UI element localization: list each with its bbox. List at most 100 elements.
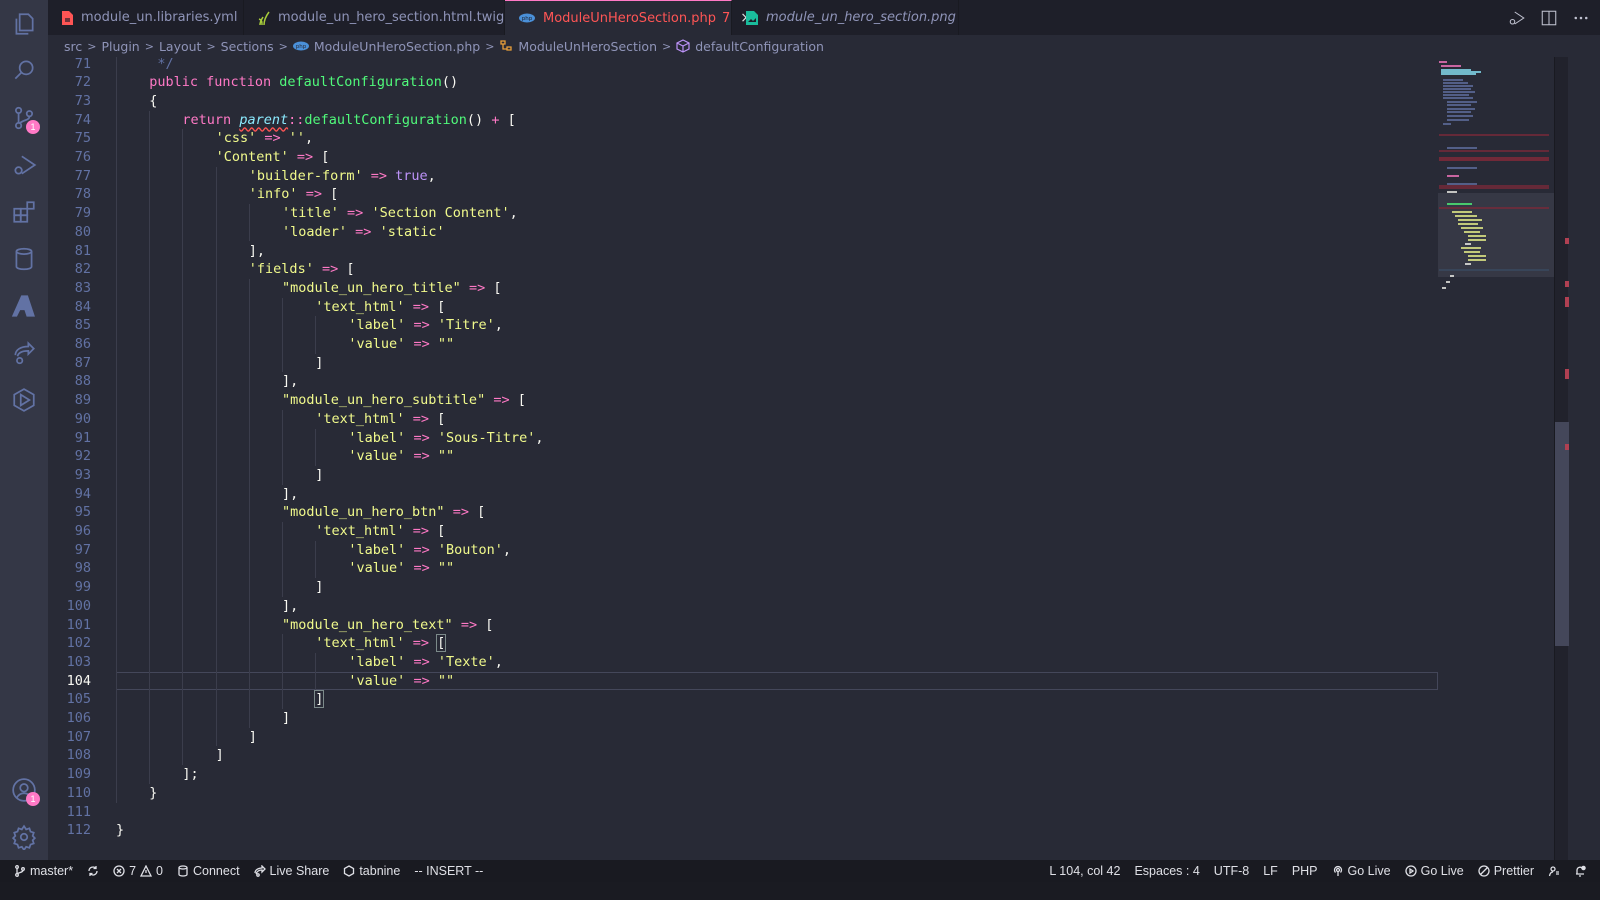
tab-module-un-hero-section-php[interactable]: php ModuleUnHeroSection.php 7 × bbox=[505, 0, 752, 35]
code-line[interactable]: 90 'text_html' => [ bbox=[48, 410, 1438, 429]
code-line[interactable]: 74 return parent::defaultConfiguration() … bbox=[48, 111, 1438, 130]
activity-explorer[interactable] bbox=[0, 0, 48, 48]
activity-search[interactable] bbox=[0, 46, 48, 94]
code-line[interactable]: 94], bbox=[48, 485, 1438, 504]
code-line[interactable]: 72 public function defaultConfiguration() bbox=[48, 73, 1438, 92]
activity-run-debug[interactable] bbox=[0, 141, 48, 189]
feedback-button[interactable] bbox=[1548, 865, 1560, 877]
breadcrumb-src[interactable]: src bbox=[64, 39, 82, 54]
scrollbar-thumb[interactable] bbox=[1555, 422, 1569, 646]
error-marker bbox=[1565, 297, 1569, 307]
code-line[interactable]: 108] bbox=[48, 746, 1438, 765]
code-line[interactable]: 104 'value' => "" bbox=[48, 672, 1438, 691]
notifications-button[interactable] bbox=[1574, 865, 1586, 877]
code-line[interactable]: 93] bbox=[48, 466, 1438, 485]
code-line[interactable]: 89 "module_un_hero_subtitle" => [ bbox=[48, 391, 1438, 410]
activity-database[interactable] bbox=[0, 235, 48, 283]
minimap-line bbox=[1461, 227, 1483, 229]
code-line[interactable]: 106] bbox=[48, 709, 1438, 728]
code-line[interactable]: 82 'fields' => [ bbox=[48, 260, 1438, 279]
minimap[interactable] bbox=[1438, 57, 1554, 860]
problems-status[interactable]: 7 0 bbox=[113, 864, 163, 878]
code-line[interactable]: 112} bbox=[48, 821, 1438, 840]
line-number: 73 bbox=[74, 92, 91, 109]
code-line[interactable]: 87] bbox=[48, 354, 1438, 373]
tab-hero-section-twig[interactable]: module_un_hero_section.html.twig bbox=[244, 0, 505, 35]
code-line[interactable]: 109]; bbox=[48, 765, 1438, 784]
code-line[interactable]: 96 'text_html' => [ bbox=[48, 522, 1438, 541]
live-share-status[interactable]: Live Share bbox=[253, 864, 329, 878]
code-line[interactable]: 97 'label' => 'Bouton', bbox=[48, 541, 1438, 560]
breadcrumb-method[interactable]: defaultConfiguration bbox=[695, 39, 824, 54]
cursor-position[interactable]: L 104, col 42 bbox=[1049, 864, 1120, 878]
code-line[interactable]: 102 'text_html' => [ bbox=[48, 634, 1438, 653]
code-line[interactable]: 75 'css' => '', bbox=[48, 129, 1438, 148]
code-line[interactable]: 110} bbox=[48, 784, 1438, 803]
code-line[interactable]: 88], bbox=[48, 372, 1438, 391]
code-line[interactable]: 85 'label' => 'Titre', bbox=[48, 316, 1438, 335]
code-line[interactable]: 100], bbox=[48, 597, 1438, 616]
activity-source-control[interactable]: 1 bbox=[0, 94, 48, 142]
more-actions-button[interactable] bbox=[1572, 9, 1590, 27]
connect-status[interactable]: Connect bbox=[177, 864, 240, 878]
go-live-broadcast[interactable]: Go Live bbox=[1332, 864, 1391, 878]
sync-button[interactable] bbox=[87, 865, 99, 877]
code-line[interactable]: 111 bbox=[48, 803, 1438, 822]
eol-status[interactable]: LF bbox=[1263, 864, 1278, 878]
breadcrumb-sections[interactable]: Sections bbox=[221, 39, 274, 54]
line-code: 'label' => 'Texte', bbox=[348, 653, 503, 670]
breadcrumb-file[interactable]: ModuleUnHeroSection.php bbox=[314, 39, 480, 54]
split-editor-button[interactable] bbox=[1540, 9, 1558, 27]
method-icon bbox=[676, 39, 690, 53]
minimap-line bbox=[1443, 123, 1451, 125]
code-line[interactable]: 107] bbox=[48, 728, 1438, 747]
code-line[interactable]: 86 'value' => "" bbox=[48, 335, 1438, 354]
code-line[interactable]: 92 'value' => "" bbox=[48, 447, 1438, 466]
php-file-icon: php bbox=[292, 41, 309, 51]
tabnine-status[interactable]: tabnine bbox=[343, 864, 400, 878]
code-line[interactable]: 91 'label' => 'Sous-Titre', bbox=[48, 429, 1438, 448]
activity-remote[interactable] bbox=[0, 376, 48, 424]
vertical-scrollbar[interactable] bbox=[1554, 57, 1569, 860]
code-line[interactable]: 78 'info' => [ bbox=[48, 185, 1438, 204]
code-line[interactable]: 95 "module_un_hero_btn" => [ bbox=[48, 503, 1438, 522]
activity-settings[interactable] bbox=[0, 813, 48, 861]
tab-libraries-yml[interactable]: module_un.libraries.yml bbox=[48, 0, 244, 35]
code-line[interactable]: 84 'text_html' => [ bbox=[48, 298, 1438, 317]
run-debug-file-button[interactable] bbox=[1508, 9, 1526, 27]
code-line[interactable]: 80 'loader' => 'static' bbox=[48, 223, 1438, 242]
code-line[interactable]: 83 "module_un_hero_title" => [ bbox=[48, 279, 1438, 298]
code-editor[interactable]: 71 */72 public function defaultConfigurat… bbox=[48, 57, 1438, 860]
minimap-viewport[interactable] bbox=[1438, 193, 1554, 277]
language-mode[interactable]: PHP bbox=[1292, 864, 1318, 878]
tab-hero-section-png[interactable]: module_un_hero_section.png bbox=[732, 0, 959, 35]
minimap-line bbox=[1447, 167, 1477, 169]
encoding-status[interactable]: UTF-8 bbox=[1214, 864, 1249, 878]
breadcrumb-class[interactable]: ModuleUnHeroSection bbox=[518, 39, 657, 54]
activity-live-share[interactable] bbox=[0, 329, 48, 377]
yaml-file-icon bbox=[62, 10, 73, 26]
code-line[interactable]: 71 */ bbox=[48, 57, 1438, 73]
line-number: 75 bbox=[74, 130, 91, 147]
activity-extensions[interactable] bbox=[0, 188, 48, 236]
line-code: 'info' => [ bbox=[248, 186, 339, 203]
breadcrumb-separator: > bbox=[206, 39, 216, 53]
code-line[interactable]: 81], bbox=[48, 242, 1438, 261]
code-line[interactable]: 103 'label' => 'Texte', bbox=[48, 653, 1438, 672]
breadcrumb-plugin[interactable]: Plugin bbox=[101, 39, 139, 54]
activity-azure[interactable] bbox=[0, 282, 48, 330]
code-line[interactable]: 73 { bbox=[48, 92, 1438, 111]
code-line[interactable]: 105] bbox=[48, 690, 1438, 709]
activity-accounts[interactable]: 1 bbox=[0, 766, 48, 814]
branch-status[interactable]: master* bbox=[14, 864, 73, 878]
code-line[interactable]: 77 'builder-form' => true, bbox=[48, 167, 1438, 186]
code-line[interactable]: 76 'Content' => [ bbox=[48, 148, 1438, 167]
go-live-server[interactable]: Go Live bbox=[1404, 864, 1464, 878]
code-line[interactable]: 98 'value' => "" bbox=[48, 559, 1438, 578]
code-line[interactable]: 101 "module_un_hero_text" => [ bbox=[48, 616, 1438, 635]
code-line[interactable]: 99] bbox=[48, 578, 1438, 597]
code-line[interactable]: 79 'title' => 'Section Content', bbox=[48, 204, 1438, 223]
indentation-status[interactable]: Espaces : 4 bbox=[1134, 864, 1199, 878]
prettier-status[interactable]: Prettier bbox=[1478, 864, 1534, 878]
breadcrumb-layout[interactable]: Layout bbox=[159, 39, 202, 54]
